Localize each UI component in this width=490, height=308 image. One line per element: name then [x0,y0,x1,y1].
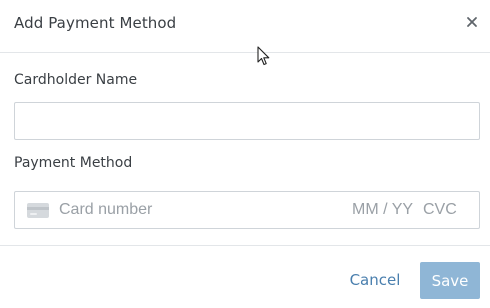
cardholder-name-label: Cardholder Name [14,72,138,88]
card-input-field[interactable]: Card number MM / YY CVC [14,191,480,229]
payment-method-label: Payment Method [14,155,133,171]
footer-divider [0,245,490,246]
close-icon[interactable] [465,15,479,29]
add-payment-method-dialog: Add Payment Method Cardholder Name Payme… [0,0,490,308]
save-button[interactable]: Save [420,262,480,299]
card-expiry-input[interactable]: MM / YY [352,201,413,219]
card-cvc-input[interactable]: CVC [423,201,457,219]
card-number-input[interactable]: Card number [59,201,152,219]
cancel-button[interactable]: Cancel [340,262,410,298]
credit-card-icon [27,203,49,218]
dialog-header: Add Payment Method [0,0,490,53]
cardholder-name-input[interactable] [14,102,480,140]
dialog-title: Add Payment Method [14,14,177,32]
